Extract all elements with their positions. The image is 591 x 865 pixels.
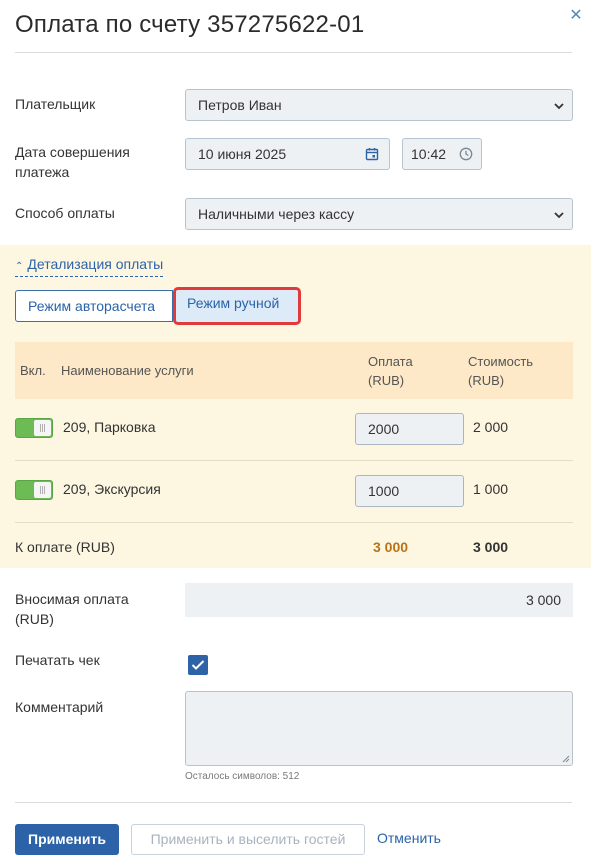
chevron-up-icon: ⌃ [15, 261, 24, 272]
total-label: К оплате (RUB) [15, 539, 115, 555]
details-toggle-link[interactable]: ⌃ Детализация оплаты [15, 255, 164, 277]
mode-manual-button[interactable]: Режим ручной [173, 287, 301, 325]
total-cost: 3 000 [473, 539, 509, 555]
clock-icon [459, 147, 473, 161]
mode-auto-button[interactable]: Режим авторасчета [15, 290, 173, 322]
row-enabled-toggle[interactable] [15, 418, 53, 438]
print-receipt-checkbox[interactable] [188, 655, 208, 675]
apply-and-checkout-button[interactable]: Применить и выселить гостей [131, 824, 365, 855]
payment-method-select[interactable]: Наличными через кассу [185, 198, 573, 230]
footer-divider [15, 802, 572, 803]
characters-left-hint: Осталось символов: 512 [185, 771, 300, 782]
header-payment: Оплата (RUB) [368, 354, 413, 388]
row-divider [15, 522, 573, 523]
payer-value: Петров Иван [198, 97, 282, 113]
payment-method-label: Способ оплаты [15, 205, 115, 221]
payment-amount-input[interactable]: 1000 [355, 475, 464, 507]
cancel-link[interactable]: Отменить [377, 830, 441, 846]
total-payment: 3 000 [373, 539, 409, 555]
calendar-icon[interactable] [365, 147, 379, 161]
comment-label: Комментарий [15, 699, 104, 715]
time-input[interactable]: 10:42 [402, 138, 482, 170]
comment-textarea[interactable] [185, 691, 573, 766]
row-divider [15, 460, 573, 461]
print-receipt-label: Печатать чек [15, 652, 100, 668]
apply-button[interactable]: Применить [15, 824, 119, 855]
date-input[interactable]: 10 июня 2025 [185, 138, 390, 170]
date-value: 10 июня 2025 [198, 146, 287, 162]
payment-date-label: Дата совершения платежа [15, 144, 130, 180]
payment-method-value: Наличными через кассу [198, 206, 355, 222]
header-service: Наименование услуги [61, 363, 194, 378]
service-name: 209, Экскурсия [63, 481, 161, 497]
close-icon[interactable]: ✕ [568, 8, 584, 24]
deposit-value: 3 000 [185, 583, 573, 617]
payment-amount-input[interactable]: 2000 [355, 413, 464, 445]
payer-label: Плательщик [15, 96, 96, 112]
payer-select[interactable]: Петров Иван [185, 89, 573, 121]
deposit-label: Вносимая оплата (RUB) [15, 591, 129, 627]
service-cost: 1 000 [473, 481, 509, 497]
resize-grip-icon[interactable] [562, 755, 570, 763]
service-cost: 2 000 [473, 419, 509, 435]
chevron-down-icon [554, 103, 564, 110]
title-divider [15, 52, 572, 53]
header-cost: Стоимость (RUB) [468, 354, 534, 388]
header-enabled: Вкл. [20, 363, 46, 378]
dialog-title: Оплата по счету 357275622-01 [15, 11, 365, 38]
service-name: 209, Парковка [63, 419, 156, 435]
details-toggle-label: Детализация оплаты [27, 256, 164, 272]
check-icon [191, 660, 205, 670]
row-enabled-toggle[interactable] [15, 480, 53, 500]
chevron-down-icon [554, 212, 564, 219]
time-value: 10:42 [411, 146, 447, 162]
